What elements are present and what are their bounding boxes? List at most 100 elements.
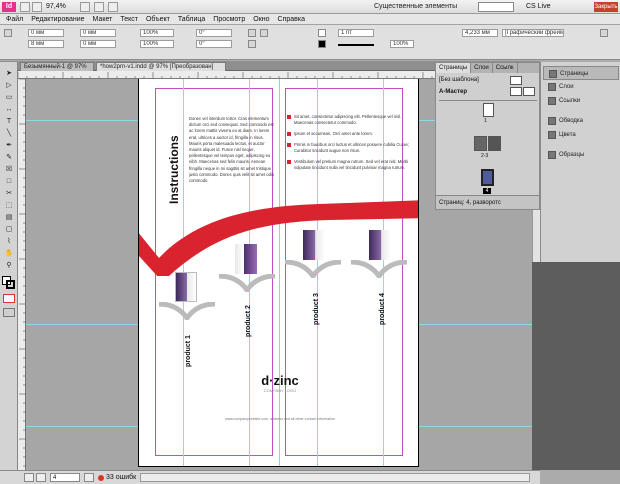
rectangle-tool-icon[interactable]: □: [3, 176, 15, 187]
reference-point-icon[interactable]: [4, 29, 12, 37]
close-button[interactable]: Закрыть: [594, 2, 618, 12]
tab-how2prn[interactable]: *how2prn-v1.indd @ 97% [Преобразован]: [96, 62, 226, 71]
hand-tool-icon[interactable]: ✋: [3, 248, 15, 259]
first-page-icon[interactable]: [24, 473, 34, 482]
tab-pages[interactable]: Страницы: [436, 63, 472, 73]
transform-tool-icon[interactable]: ⬚: [3, 200, 15, 211]
screen-mode-icon[interactable]: [3, 308, 15, 317]
flip-icon[interactable]: [248, 29, 256, 37]
menu-edit[interactable]: Редактирование: [31, 16, 84, 23]
panel-pages[interactable]: Страницы: [543, 66, 619, 80]
stroke-color-icon[interactable]: [318, 40, 326, 48]
menu-file[interactable]: Файл: [6, 16, 23, 23]
company-logo[interactable]: d·zinc: [255, 374, 305, 388]
product-image[interactable]: [303, 230, 325, 260]
stroke-type-line[interactable]: [338, 44, 374, 46]
scale-y-field[interactable]: 100%: [140, 40, 174, 48]
footer-contact[interactable]: www.companywebsite.com, address and all …: [199, 416, 361, 422]
tab-links[interactable]: Ссылк: [493, 63, 518, 73]
y-field[interactable]: 8 мм: [28, 40, 64, 48]
panel-color[interactable]: Цвета: [543, 128, 619, 142]
object-style-select[interactable]: [Графический фрейм]: [502, 29, 564, 37]
panel-links[interactable]: Ссылки: [543, 94, 619, 108]
page-title[interactable]: Instructions: [167, 122, 181, 204]
product-label[interactable]: product 3: [312, 277, 322, 341]
master-a[interactable]: A-Мастер: [439, 89, 467, 95]
height-field[interactable]: 0 мм: [80, 40, 116, 48]
width-field[interactable]: 0 мм: [80, 29, 116, 37]
horizontal-scrollbar[interactable]: [140, 473, 530, 482]
scale-x-field[interactable]: 100%: [140, 29, 174, 37]
rect-frame-tool-icon[interactable]: ☒: [3, 164, 15, 175]
view-options-icon[interactable]: [80, 2, 90, 12]
none-master-thumb[interactable]: [510, 76, 522, 85]
page-thumb-selected[interactable]: [481, 169, 494, 186]
menu-layout[interactable]: Макет: [93, 16, 113, 23]
minibridge-icon[interactable]: [32, 2, 42, 12]
panel-swatches[interactable]: Образцы: [543, 148, 619, 162]
size-field[interactable]: 4,233 мм: [462, 29, 498, 37]
page-tool-icon[interactable]: ▭: [3, 92, 15, 103]
page-thumb[interactable]: [488, 136, 501, 151]
bridge-icon[interactable]: [20, 2, 30, 12]
x-field[interactable]: 0 мм: [28, 29, 64, 37]
type-tool-icon[interactable]: T: [3, 116, 15, 127]
product-label[interactable]: product 1: [184, 319, 194, 383]
select-container-icon[interactable]: [260, 29, 268, 37]
master-thumb-right[interactable]: [523, 87, 535, 96]
apply-none-icon[interactable]: [3, 294, 15, 303]
opacity-field[interactable]: 100%: [390, 40, 414, 48]
eyedropper-tool-icon[interactable]: ⌇: [3, 236, 15, 247]
none-master[interactable]: [Без шаблона]: [439, 77, 479, 83]
page-thumb[interactable]: [474, 136, 487, 151]
zoom-tool-icon[interactable]: ⚲: [3, 260, 15, 271]
left-text-frame[interactable]: Donec vel interdum tortor. Cras elementu…: [189, 116, 275, 198]
tab-layers[interactable]: Слои: [471, 63, 493, 73]
note-tool-icon[interactable]: ▢: [3, 224, 15, 235]
prev-page-icon[interactable]: [36, 473, 46, 482]
page-thumb[interactable]: [483, 103, 494, 117]
screen-mode-icon[interactable]: [94, 2, 104, 12]
pen-tool-icon[interactable]: ✒: [3, 140, 15, 151]
product-label[interactable]: product 2: [244, 289, 254, 353]
menu-window[interactable]: Окно: [253, 16, 269, 23]
product-image[interactable]: [175, 272, 197, 302]
page-number-field[interactable]: 4: [50, 473, 80, 482]
fill-color-icon[interactable]: [318, 29, 326, 37]
stroke-swatch-icon[interactable]: [6, 280, 15, 289]
fill-swatch-icon[interactable]: [248, 40, 256, 48]
selection-tool-icon[interactable]: ➤: [3, 68, 15, 79]
gradient-tool-icon[interactable]: ▤: [3, 212, 15, 223]
product-label[interactable]: product 4: [378, 277, 388, 341]
bullet-text-frame[interactable]: Sit amet, consectetur adipiscing elit. P…: [287, 114, 415, 198]
menu-help[interactable]: Справка: [278, 16, 305, 23]
panel-menu-icon[interactable]: [600, 29, 608, 37]
search-input[interactable]: [478, 2, 514, 12]
stroke-weight-field[interactable]: 1 пт: [338, 29, 374, 37]
rotate-field[interactable]: 0°: [196, 29, 232, 37]
menu-object[interactable]: Объект: [146, 16, 170, 23]
gap-tool-icon[interactable]: ↔: [3, 104, 15, 115]
tab-untitled[interactable]: Безымянный-1 @ 97%: [20, 62, 94, 71]
direct-selection-icon[interactable]: ▷: [3, 80, 15, 91]
shear-field[interactable]: 0°: [196, 40, 232, 48]
arrange-documents-icon[interactable]: [108, 2, 118, 12]
pages-panel-footer: Страниц: 4, разворотс: [436, 195, 539, 209]
product-image[interactable]: [235, 244, 257, 274]
panel-layers[interactable]: Слои: [543, 80, 619, 94]
scissors-tool-icon[interactable]: ✂: [3, 188, 15, 199]
menu-view[interactable]: Просмотр: [213, 16, 245, 23]
menu-table[interactable]: Таблица: [178, 16, 205, 23]
workspace-switcher[interactable]: Существенные элементы: [374, 3, 457, 10]
product-image[interactable]: [369, 230, 391, 260]
pencil-tool-icon[interactable]: ✎: [3, 152, 15, 163]
cs-live-button[interactable]: CS Live: [526, 3, 551, 10]
master-thumb-left[interactable]: [510, 87, 522, 96]
line-tool-icon[interactable]: ╲: [3, 128, 15, 139]
menu-type[interactable]: Текст: [120, 16, 138, 23]
panel-stroke[interactable]: Обводка: [543, 114, 619, 128]
zoom-level[interactable]: 97,4%: [46, 3, 66, 10]
preflight-errors[interactable]: 33 ошибк: [106, 474, 136, 481]
next-page-icon[interactable]: [84, 473, 94, 482]
document-spread[interactable]: Instructions Donec vel interdum tortor. …: [138, 79, 419, 467]
